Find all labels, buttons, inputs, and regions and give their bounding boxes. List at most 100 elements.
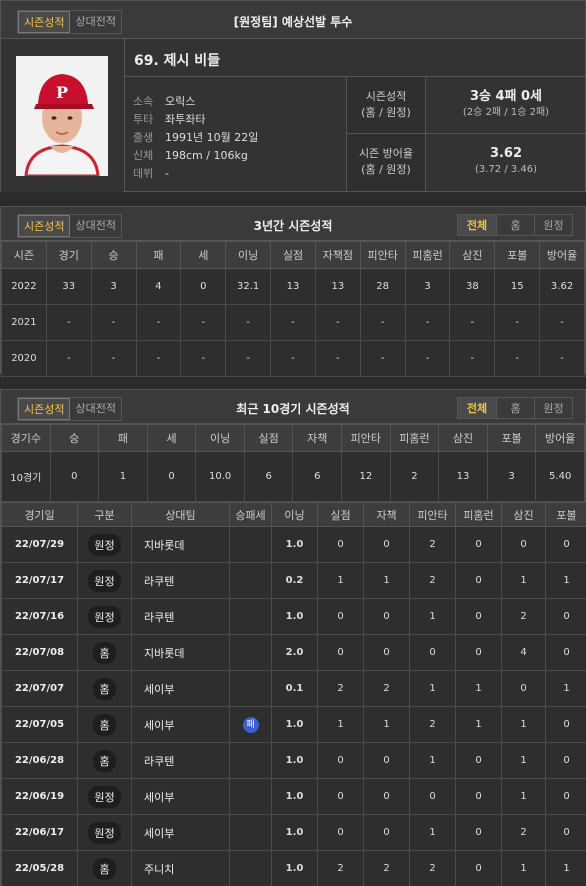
season-cell: - [359,304,406,341]
game-row[interactable]: 22/06/28 홈 라쿠텐 1.0 0 0 1 0 1 0 [1,742,586,779]
column-header: 이닝 [195,424,245,452]
season-cell: 32.1 [225,268,272,305]
column-header: 피안타 [359,241,406,269]
game-row[interactable]: 22/07/16 원정 라쿠텐 1.0 0 0 1 0 2 0 [1,598,586,635]
game-type-cell: 홈 [77,634,132,671]
summary-cell: 3 [486,451,537,502]
stat-er: 0 [363,598,410,635]
stat-h: 2 [409,562,456,599]
column-header: 패 [98,424,148,452]
filter-home[interactable]: 홈 [496,398,534,418]
game-date-cell: 22/06/19 [1,778,78,815]
season-record-detail: (2승 2패 / 1승 2패) [462,107,550,118]
summary-cell: 0 [49,451,100,502]
opponent-team: 세이부 [131,814,230,851]
stat-bb: 1 [545,670,586,707]
info-value: 좌투좌타 [165,113,206,126]
stat-r: 2 [317,850,364,886]
info-row: 출생 1991년 10월 22일 [133,129,258,147]
game-row[interactable]: 22/07/08 홈 지바롯데 2.0 0 0 0 0 4 0 [1,634,586,671]
stat-hr: 0 [455,850,502,886]
card-header: 시즌성적 상대전적 [원정팀] 예상선발 투수 [1,1,585,39]
stat-so: 0 [501,670,546,707]
summary-row: 10경기 0 1 0 10.0 6 6 12 2 13 3 5.40 [1,451,585,502]
game-row[interactable]: 22/07/05 홈 세이부 패 1.0 1 1 2 1 1 0 [1,706,586,743]
player-info: 소속 오릭스 투타 좌투좌타 출생 1991년 10월 22일 신체 198cm / 106k… [133,93,258,183]
stat-bb: 0 [545,598,586,635]
column-header: 실점 [243,424,294,452]
stat-r: 1 [317,706,364,743]
opponent-team: 라쿠텐 [131,562,230,599]
filter-away[interactable]: 원정 [534,215,572,235]
column-header: 삼진 [501,502,546,527]
info-value: 오릭스 [165,95,196,108]
filter-home[interactable]: 홈 [496,215,534,235]
stat-bb: 0 [545,778,586,815]
game-row[interactable]: 22/06/17 원정 세이부 1.0 0 0 1 0 2 0 [1,814,586,851]
game-date-cell: 22/06/17 [1,814,78,851]
game-date: 22/07/17 [14,575,65,586]
column-header: 구분 [77,502,132,527]
filter-all[interactable]: 전체 [458,215,496,235]
stat-h: 0 [409,778,456,815]
season-cell: - [314,304,361,341]
column-header: 세 [180,241,227,269]
game-row[interactable]: 22/07/29 원정 지바롯데 1.0 0 0 2 0 0 0 [1,526,586,563]
info-row: 데뷔 - [133,165,258,183]
game-row[interactable]: 22/05/28 홈 주니치 1.0 2 2 2 0 1 1 [1,850,586,886]
game-date-cell: 22/07/16 [1,598,78,635]
game-row[interactable]: 22/07/07 홈 세이부 0.1 2 2 1 1 0 1 [1,670,586,707]
result-cell [229,742,272,779]
filter-away[interactable]: 원정 [534,398,572,418]
era-detail: (3.72 / 3.46) [474,164,538,175]
info-key: 출생 [133,131,154,144]
column-header: 삼진 [449,241,496,269]
game-date: 22/07/08 [14,647,65,658]
game-row[interactable]: 22/06/19 원정 세이부 1.0 0 0 0 0 1 0 [1,778,586,815]
card-title: [원정팀] 예상선발 투수 [233,15,353,29]
season-cell: - [449,340,496,377]
photo-frame: P [1,39,125,192]
season-row: 2022 33 3 4 0 32.1 13 13 28 3 38 15 3.62 [1,268,585,305]
home-away-badge: 원정 [88,533,121,556]
opponent-team: 라쿠텐 [131,598,230,635]
stat-so: 1 [501,850,546,886]
stat-ip: 0.2 [271,562,318,599]
season-cell: - [135,340,182,377]
column-header: 포볼 [494,241,541,269]
stat-er: 0 [363,742,410,779]
stat-er: 0 [363,814,410,851]
season-cell: - [225,304,272,341]
summary-cell: 10경기 [1,451,51,502]
stat-so: 1 [501,778,546,815]
column-header: 경기수 [1,424,51,452]
info-row: 투타 좌투좌타 [133,111,258,129]
season-cell: - [314,340,361,377]
season-cell: - [270,340,316,377]
game-row[interactable]: 22/07/17 원정 라쿠텐 0.2 1 1 2 0 1 1 [1,562,586,599]
season-cell: 2022 [1,268,47,305]
season-cell: - [494,340,541,377]
three-year-stats: 시즌성적 상대전적 3년간 시즌성적 전체 홈 원정 시즌 경기 승 패 세 이닝 실점 자책… [0,206,586,377]
stat-so: 4 [501,634,546,671]
season-cell: 38 [449,268,496,305]
game-date: 22/06/19 [14,791,65,802]
stat-r: 0 [317,634,364,671]
column-header: 패 [135,241,182,269]
season-row: 2020- - - - - - - - - - - - [1,340,585,377]
column-header: 이닝 [271,502,318,527]
game-date-cell: 22/07/07 [1,670,78,707]
season-cell: - [90,340,137,377]
recent-games-table: 경기일 구분 상대팀 승패세 이닝 실점 자책 피안타 피홈런 삼진 포볼 22/07/29 원정 지바… [1,502,586,886]
home-away-badge: 홈 [93,677,116,700]
column-header: 피안타 [409,502,456,527]
season-record-row: 시즌성적 (홈 / 원정) 3승 4패 0세 (2승 2패 / 1승 2패) [346,77,586,134]
column-header: 방어율 [535,424,585,452]
opponent-team: 세이부 [131,670,230,707]
filter-all[interactable]: 전체 [458,398,496,418]
summary-cell: 5.40 [535,451,585,502]
opponent-team: 지바롯데 [131,634,230,671]
stat-r: 0 [317,814,364,851]
era-label: 시즌 방어율 [358,147,414,160]
stat-bb: 1 [545,562,586,599]
